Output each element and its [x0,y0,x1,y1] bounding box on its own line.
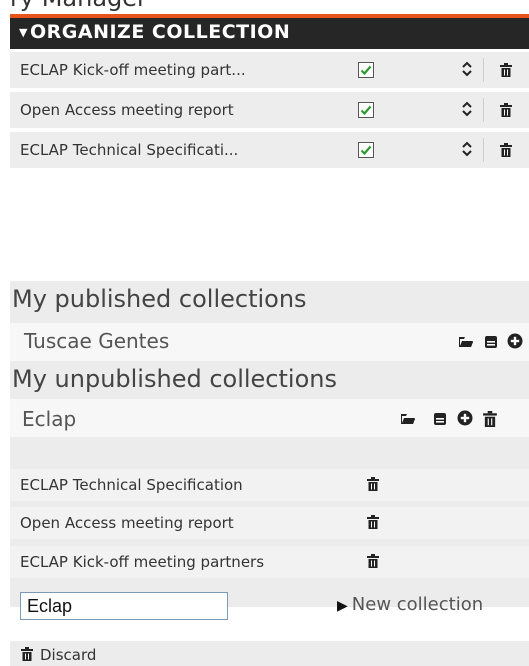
folder-open-icon[interactable] [458,334,474,350]
trash-icon[interactable] [366,515,380,529]
list-item[interactable]: ECLAP Technical Specificati... [10,132,529,168]
item-label: Open Access meeting report [20,514,234,532]
divider [483,58,484,82]
new-collection-button[interactable]: ▶ New collection [337,594,483,615]
item-label: ECLAP Kick-off meeting part... [20,61,246,79]
item-label: ECLAP Technical Specificati... [20,141,239,159]
collection-name: Eclap [22,407,77,431]
collection-name-input[interactable] [20,592,228,620]
organize-collection-header[interactable]: ▼ ORGANIZE COLLECTION [10,18,529,49]
collection-name: Tuscae Gentes [24,329,170,353]
published-heading: My published collections [12,285,307,313]
item-label: ECLAP Technical Specification [20,476,243,494]
divider [483,98,484,122]
sort-arrows-icon[interactable] [460,59,474,79]
play-arrow-icon: ▶ [337,598,348,614]
unpublished-heading: My unpublished collections [12,365,337,393]
checkbox-icon[interactable] [358,142,374,158]
new-collection-label: New collection [351,594,484,615]
checkbox-icon[interactable] [358,62,374,78]
unpublished-collection-row[interactable]: Eclap [10,399,529,437]
page-heading-clipped: ry Manager [10,0,147,12]
organize-title: ORGANIZE COLLECTION [30,21,291,43]
item-label: Open Access meeting report [20,101,234,119]
trash-icon[interactable] [499,63,513,77]
list-item[interactable]: Open Access meeting report [10,92,529,128]
sort-arrows-icon[interactable] [460,99,474,119]
save-icon[interactable] [483,334,499,350]
divider [483,138,484,162]
trash-icon[interactable] [366,477,380,491]
item-label: ECLAP Kick-off meeting partners [20,553,265,571]
trash-icon[interactable] [499,103,513,117]
plus-circle-icon[interactable] [507,333,523,349]
trash-icon[interactable] [499,143,513,157]
folder-open-icon[interactable] [400,411,416,427]
discard-button[interactable]: Discard [10,641,529,666]
trash-icon [21,647,33,661]
list-item[interactable]: ECLAP Kick-off meeting partners [10,546,529,578]
organize-list: ECLAP Kick-off meeting part... Open Acce… [10,52,529,172]
checkbox-icon[interactable] [358,102,374,118]
discard-label: Discard [40,646,97,664]
trash-icon[interactable] [482,411,498,427]
published-collection-row[interactable]: Tuscae Gentes [10,323,529,361]
sort-arrows-icon[interactable] [460,139,474,159]
trash-icon[interactable] [366,554,380,568]
plus-circle-icon[interactable] [457,410,473,426]
collections-panel: My published collections Tuscae Gentes M… [10,281,529,607]
list-item[interactable]: ECLAP Technical Specification [10,469,529,501]
save-icon[interactable] [432,411,448,427]
list-item[interactable]: ECLAP Kick-off meeting part... [10,52,529,88]
list-item[interactable]: Open Access meeting report [10,507,529,539]
chevron-down-icon: ▼ [19,26,28,39]
